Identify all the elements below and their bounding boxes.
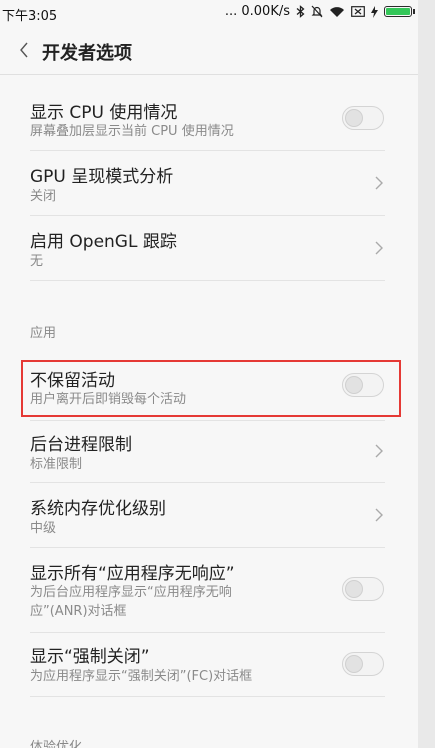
status-bar: 下午3:05 ... 0.00K/s — [0, 0, 418, 26]
toggle-switch[interactable] — [342, 106, 384, 130]
setting-label: 系统内存优化级别 — [30, 499, 166, 519]
setting-row-memory-optimization[interactable]: 系统内存优化级别 中级 — [30, 482, 385, 548]
wifi-icon — [329, 6, 345, 18]
setting-description: 屏幕叠加层显示当前 CPU 使用情况 — [30, 124, 234, 139]
setting-label: 显示 CPU 使用情况 — [30, 103, 178, 123]
setting-row-opengl-trace[interactable]: 启用 OpenGL 跟踪 无 — [30, 215, 385, 281]
charging-icon — [371, 5, 378, 18]
setting-description: 中级 — [30, 521, 57, 536]
setting-description: 标准限制 — [30, 457, 83, 472]
setting-description: 为应用程序显示“强制关闭”(FC)对话框 — [30, 669, 253, 684]
status-time: 下午3:05 — [2, 9, 58, 24]
section-header-apps: 应用 — [30, 326, 57, 341]
chevron-right-icon — [375, 508, 383, 522]
chevron-right-icon — [375, 241, 383, 255]
chevron-left-icon — [20, 42, 28, 58]
title-bar: 开发者选项 — [0, 26, 418, 75]
bluetooth-icon — [296, 5, 305, 18]
network-speed: ... 0.00K/s — [224, 4, 290, 19]
status-icons: ... 0.00K/s — [224, 4, 415, 19]
setting-label: 显示“强制关闭” — [30, 647, 150, 667]
setting-row-show-cpu[interactable]: 显示 CPU 使用情况 屏幕叠加层显示当前 CPU 使用情况 — [30, 90, 385, 151]
setting-description: 关闭 — [30, 189, 57, 204]
battery-icon — [384, 6, 415, 17]
phone-screen: 下午3:05 ... 0.00K/s 开发者选项 显示 CPU 使用情况 屏幕叠… — [0, 0, 418, 748]
setting-row-background-limit[interactable]: 后台进程限制 标准限制 — [30, 420, 385, 483]
setting-label: GPU 呈现模式分析 — [30, 167, 174, 187]
setting-label: 后台进程限制 — [30, 435, 132, 455]
highlight-box — [21, 360, 401, 417]
window-edge — [418, 0, 435, 748]
setting-row-gpu-profile[interactable]: GPU 呈现模式分析 关闭 — [30, 150, 385, 216]
setting-row-show-force-close[interactable]: 显示“强制关闭” 为应用程序显示“强制关闭”(FC)对话框 — [30, 632, 385, 697]
setting-row-show-all-anr[interactable]: 显示所有“应用程序无响应” 为后台应用程序显示“应用程序无响 应”(ANR)对话… — [30, 547, 385, 633]
setting-description-line1: 为后台应用程序显示“应用程序无响 — [30, 585, 232, 600]
chevron-right-icon — [375, 176, 383, 190]
setting-label: 启用 OpenGL 跟踪 — [30, 232, 177, 252]
sim-blocked-icon — [351, 6, 365, 17]
chevron-right-icon — [375, 444, 383, 458]
vibrate-icon — [311, 5, 323, 18]
page-title: 开发者选项 — [42, 43, 132, 64]
setting-label: 显示所有“应用程序无响应” — [30, 564, 235, 584]
setting-description-line2: 应”(ANR)对话框 — [30, 604, 127, 619]
setting-description: 无 — [30, 254, 44, 269]
section-header-experience: 体验优化 — [30, 740, 83, 748]
toggle-switch[interactable] — [342, 577, 384, 601]
toggle-switch[interactable] — [342, 652, 384, 676]
back-button[interactable] — [14, 38, 34, 62]
